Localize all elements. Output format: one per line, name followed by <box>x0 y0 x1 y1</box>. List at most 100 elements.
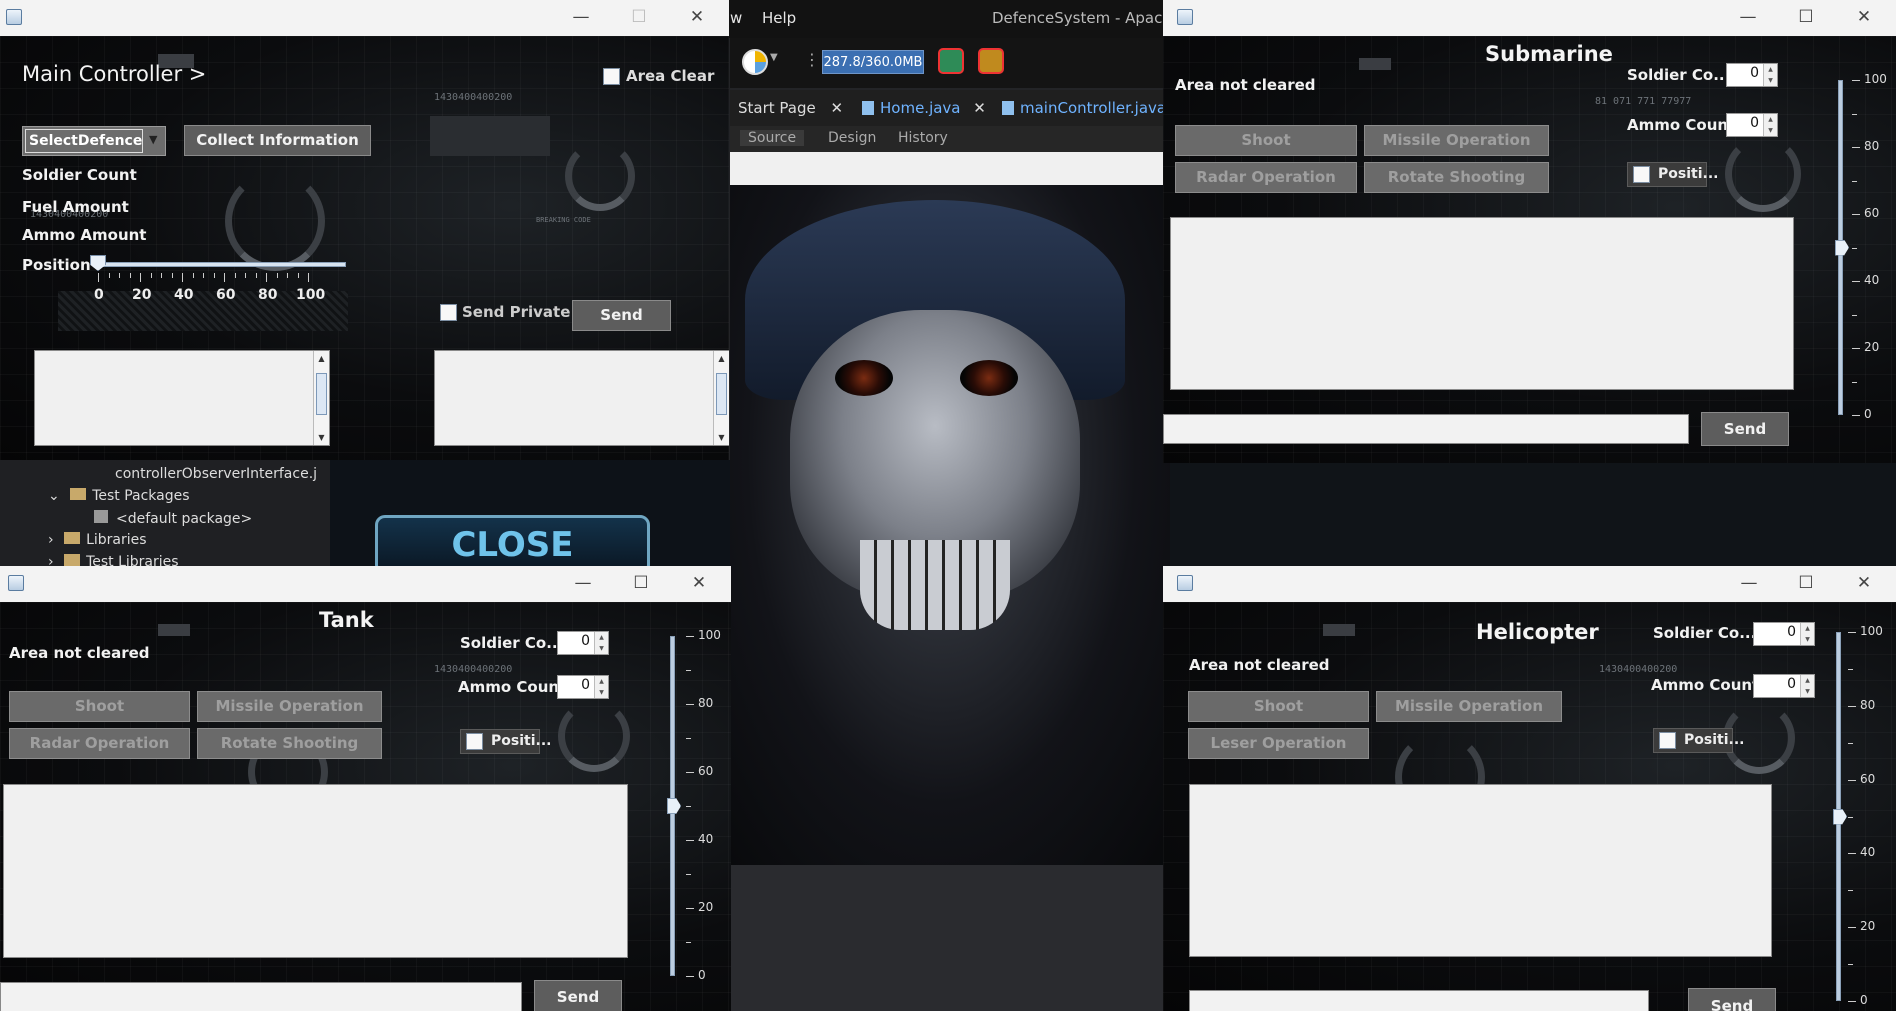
send-button[interactable]: Send <box>534 980 622 1011</box>
shoot-button[interactable]: Shoot <box>1188 691 1369 722</box>
soldier-count-stepper[interactable]: 0 ▲ ▼ <box>1726 63 1778 87</box>
shoot-button[interactable]: Shoot <box>1175 125 1357 156</box>
menu-view[interactable]: w <box>730 9 742 27</box>
window-heading: Tank <box>319 608 374 632</box>
checkbox-box[interactable] <box>466 733 483 750</box>
slider-tick <box>182 273 183 282</box>
tree-item-file[interactable]: controllerObserverInterface.j <box>115 466 317 482</box>
position-checkbox[interactable]: Positi... <box>1627 162 1718 187</box>
slider-thumb[interactable] <box>1835 239 1849 256</box>
scroll-thumb[interactable] <box>316 373 327 415</box>
minimize-icon[interactable]: — <box>1735 5 1761 29</box>
message-log-left[interactable]: ▲ ▼ <box>34 350 330 446</box>
stepper-arrows-icon[interactable]: ▲ ▼ <box>1800 675 1814 697</box>
slider-tick <box>686 942 691 943</box>
close-icon[interactable]: ✕ <box>831 99 844 117</box>
vertical-slider[interactable]: 100 80 60 40 20 0 <box>1822 622 1894 1011</box>
subtab-source[interactable]: Source <box>740 130 805 146</box>
slider-thumb[interactable] <box>667 798 681 814</box>
missile-operation-button[interactable]: Missile Operation <box>197 691 382 722</box>
maximize-icon[interactable]: ☐ <box>1793 5 1819 29</box>
scroll-down-icon[interactable]: ▼ <box>314 430 329 445</box>
collect-information-button[interactable]: Collect Information <box>184 125 371 156</box>
vertical-slider[interactable]: 100 80 60 40 20 0 <box>666 626 726 986</box>
close-icon[interactable]: ✕ <box>1851 571 1877 595</box>
tab-home-java[interactable]: Home.java ✕ <box>862 99 986 117</box>
rotate-shooting-button[interactable]: Rotate Shooting <box>197 728 382 759</box>
message-input[interactable] <box>0 982 522 1011</box>
stepper-arrows-icon[interactable]: ▲ ▼ <box>1800 623 1814 645</box>
soldier-count-stepper[interactable]: 0 ▲ ▼ <box>1753 622 1815 646</box>
maximize-icon[interactable]: ☐ <box>628 571 654 595</box>
message-input[interactable] <box>1163 414 1689 444</box>
checkbox-box[interactable] <box>1659 732 1676 749</box>
position-slider[interactable]: 0 20 40 60 80 100 <box>90 253 350 313</box>
close-icon[interactable]: ✕ <box>684 5 710 29</box>
missile-operation-button[interactable]: Missile Operation <box>1376 691 1562 722</box>
more-vertical-icon[interactable]: ⋮ <box>804 50 820 69</box>
radar-operation-button[interactable]: Radar Operation <box>9 728 190 759</box>
close-icon[interactable]: ✕ <box>1851 5 1877 29</box>
vertical-slider[interactable]: 100 80 60 40 20 0 <box>1834 70 1894 425</box>
gc-icon[interactable] <box>938 48 964 74</box>
soldier-count-stepper[interactable]: 0 ▲ ▼ <box>557 631 609 655</box>
minimize-icon[interactable]: — <box>568 5 594 29</box>
maximize-icon[interactable]: ☐ <box>626 5 652 29</box>
scrollbar[interactable]: ▲ ▼ <box>313 351 329 445</box>
message-log[interactable] <box>1170 217 1794 390</box>
rotate-shooting-button[interactable]: Rotate Shooting <box>1364 162 1549 193</box>
memory-indicator[interactable]: 287.8/360.0MB <box>822 50 924 74</box>
send-button[interactable]: Send <box>572 300 671 331</box>
send-button[interactable]: Send <box>1688 988 1776 1011</box>
send-button[interactable]: Send <box>1701 412 1789 446</box>
profile-icon[interactable] <box>978 48 1004 74</box>
stepper-arrows-icon[interactable]: ▲ ▼ <box>594 632 608 654</box>
ammo-count-stepper[interactable]: 0 ▲ ▼ <box>557 675 609 699</box>
stepper-arrows-icon[interactable]: ▲ ▼ <box>1763 64 1777 86</box>
close-icon[interactable]: ✕ <box>686 571 712 595</box>
select-defence-dropdown[interactable]: SelectDefence ▼ <box>22 126 166 156</box>
message-log-right[interactable]: ▲ ▼ <box>434 350 729 446</box>
close-icon[interactable]: ✕ <box>973 99 986 117</box>
ammo-count-stepper[interactable]: 0 ▲ ▼ <box>1753 674 1815 698</box>
tree-item-libraries[interactable]: › Libraries <box>48 532 147 548</box>
profiler-icon[interactable] <box>742 49 768 75</box>
subtab-history[interactable]: History <box>898 130 948 146</box>
subtab-design[interactable]: Design <box>828 130 876 146</box>
scrollbar[interactable]: ▲ ▼ <box>713 351 729 445</box>
ammo-count-stepper[interactable]: 0 ▲ ▼ <box>1726 113 1778 137</box>
slider-thumb[interactable] <box>90 255 106 271</box>
scroll-thumb[interactable] <box>716 373 727 415</box>
laser-operation-button[interactable]: Leser Operation <box>1188 728 1369 759</box>
stepper-value: 0 <box>581 633 590 649</box>
tab-start-page[interactable]: Start Page ✕ <box>738 99 843 117</box>
slider-tick <box>1852 147 1860 148</box>
ide-menubar: w Help DefenceSystem - Apache <box>720 0 1240 38</box>
tree-item-test-packages[interactable]: ⌄ Test Packages <box>48 488 190 504</box>
message-log[interactable] <box>1189 784 1772 957</box>
scroll-up-icon[interactable]: ▲ <box>714 351 729 366</box>
checkbox-box[interactable] <box>603 68 620 85</box>
checkbox-box[interactable] <box>1633 166 1650 183</box>
slider-tick-label: 20 <box>1864 340 1880 354</box>
shoot-button[interactable]: Shoot <box>9 691 190 722</box>
message-log[interactable] <box>3 784 628 958</box>
stepper-arrows-icon[interactable]: ▲ ▼ <box>594 676 608 698</box>
missile-operation-button[interactable]: Missile Operation <box>1364 125 1549 156</box>
slider-thumb[interactable] <box>1833 808 1847 825</box>
position-checkbox[interactable]: Positi... <box>460 729 551 754</box>
radar-operation-button[interactable]: Radar Operation <box>1175 162 1357 193</box>
checkbox-box[interactable] <box>440 304 457 321</box>
menu-help[interactable]: Help <box>762 9 796 27</box>
message-input[interactable] <box>1189 990 1649 1011</box>
position-checkbox[interactable]: Positi... <box>1653 728 1744 753</box>
chevron-down-icon[interactable]: ▼ <box>770 52 778 63</box>
scroll-up-icon[interactable]: ▲ <box>314 351 329 366</box>
minimize-icon[interactable]: — <box>1736 571 1762 595</box>
scroll-down-icon[interactable]: ▼ <box>714 430 729 445</box>
minimize-icon[interactable]: — <box>570 571 596 595</box>
stepper-arrows-icon[interactable]: ▲ ▼ <box>1763 114 1777 136</box>
maximize-icon[interactable]: ☐ <box>1793 571 1819 595</box>
tab-main-controller-java[interactable]: mainController.java <box>1002 99 1166 117</box>
tree-item-default-package[interactable]: <default package> <box>94 510 252 527</box>
